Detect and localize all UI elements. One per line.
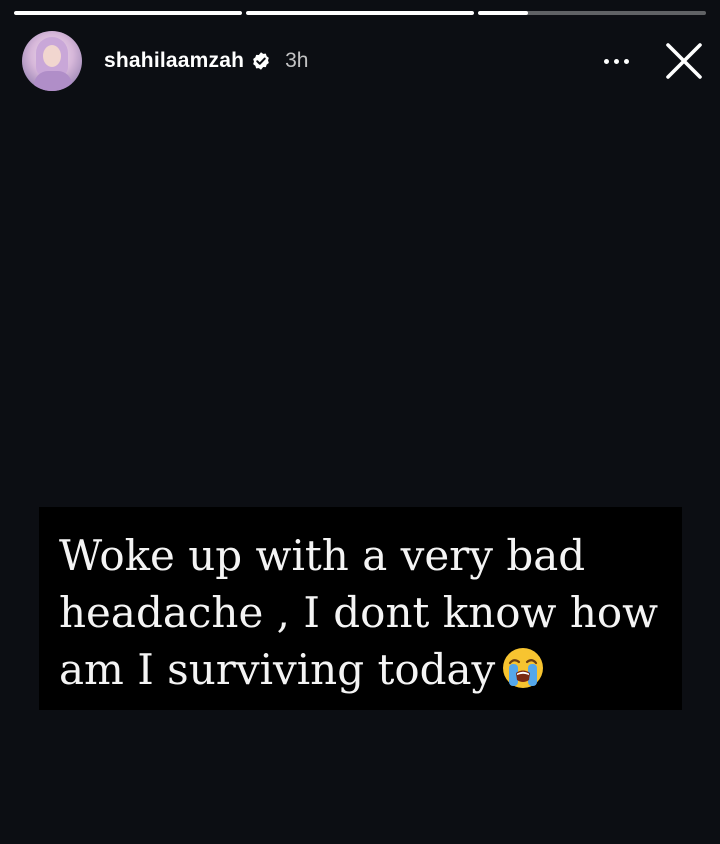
more-options-icon[interactable] (598, 51, 634, 71)
more-dot (603, 58, 609, 64)
close-icon[interactable] (664, 41, 704, 81)
avatar-body (34, 71, 72, 91)
progress-segment-1 (14, 11, 242, 15)
caption-line-2: headache , I dont know how (59, 588, 659, 637)
loudly-crying-face-icon (503, 648, 544, 688)
story-caption-box: Woke up with a very bad headache , I don… (39, 507, 682, 710)
more-dot (623, 58, 629, 64)
more-dot (613, 58, 619, 64)
avatar[interactable] (22, 31, 82, 91)
progress-segment-fill (478, 11, 529, 15)
caption-text: Woke up with a very bad headache , I don… (59, 527, 668, 698)
username[interactable]: shahilaamzah (104, 49, 244, 73)
avatar-face (43, 45, 61, 67)
progress-segment-fill (246, 11, 474, 15)
verified-badge-icon (253, 52, 269, 70)
progress-segment-2 (246, 11, 474, 15)
story-header: shahilaamzah 3h (22, 30, 706, 92)
post-time: 3h (285, 49, 309, 72)
progress-segment-3 (478, 11, 706, 15)
caption-line-3: am I surviving today (59, 641, 668, 698)
caption-line-1: Woke up with a very bad (59, 531, 586, 580)
progress-segment-fill (14, 11, 242, 15)
story-progress-bar (14, 11, 706, 15)
caption-line-3-text: am I surviving today (59, 645, 496, 694)
